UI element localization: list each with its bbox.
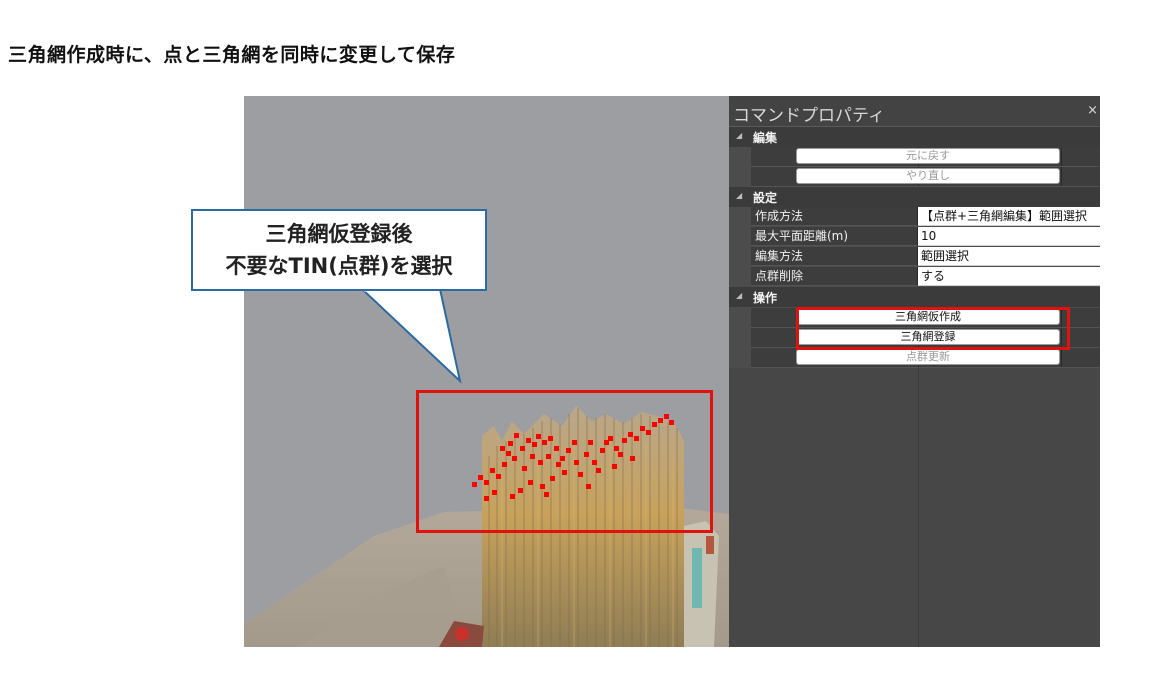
property-label: 編集方法 xyxy=(751,247,918,266)
max-plane-distance-value[interactable]: 10 xyxy=(918,227,1100,246)
point-cloud-render xyxy=(244,406,729,647)
update-points-button[interactable]: 点群更新 xyxy=(796,349,1060,365)
property-creation-method[interactable]: 作成方法 【点群+三角網編集】範囲選択 xyxy=(729,207,1100,227)
category-settings-label: 設定 xyxy=(753,191,778,205)
property-label: 作成方法 xyxy=(751,207,918,226)
callout-tail xyxy=(360,289,462,384)
undo-button[interactable]: 元に戻す xyxy=(796,148,1060,164)
property-delete-points[interactable]: 点群削除 する xyxy=(729,267,1100,287)
update-points-row: 点群更新 xyxy=(729,348,1100,368)
redo-row: やり直し xyxy=(729,167,1100,187)
category-operation[interactable]: ◢ 操作 xyxy=(729,287,1100,307)
panel-title: コマンドプロパティ xyxy=(733,106,885,126)
collapse-arrow-icon[interactable]: ◢ xyxy=(736,191,742,200)
category-edit[interactable]: ◢ 編集 xyxy=(729,127,1100,147)
page-heading: 三角網作成時に、点と三角網を同時に変更して保存 xyxy=(8,44,456,66)
category-edit-label: 編集 xyxy=(753,131,778,145)
edit-method-value[interactable]: 範囲選択 xyxy=(918,247,1100,266)
panel-empty-area xyxy=(729,368,1100,647)
collapse-arrow-icon[interactable]: ◢ xyxy=(736,291,742,300)
property-label: 最大平面距離(m) xyxy=(751,227,918,246)
delete-points-value[interactable]: する xyxy=(918,267,1100,286)
button-highlight-box xyxy=(796,307,1070,350)
category-operation-label: 操作 xyxy=(753,291,778,305)
creation-method-value[interactable]: 【点群+三角網編集】範囲選択 xyxy=(918,207,1100,226)
selection-highlight-box xyxy=(416,390,713,533)
3d-viewport[interactable] xyxy=(244,96,729,647)
command-property-panel: コマンドプロパティ × ◢ 編集 元に戻す やり直し ◢ 設定 作成方法 【点群… xyxy=(729,96,1100,647)
panel-header: コマンドプロパティ × xyxy=(729,96,1100,127)
property-label: 点群削除 xyxy=(751,267,918,286)
callout-box: 三角網仮登録後 不要なTIN(点群)を選択 xyxy=(191,209,487,291)
callout-line1: 三角網仮登録後 xyxy=(265,222,413,246)
property-max-plane-distance[interactable]: 最大平面距離(m) 10 xyxy=(729,227,1100,247)
close-icon[interactable]: × xyxy=(1087,103,1098,118)
category-settings[interactable]: ◢ 設定 xyxy=(729,187,1100,207)
callout-line2: 不要なTIN(点群)を選択 xyxy=(225,254,453,278)
property-edit-method[interactable]: 編集方法 範囲選択 xyxy=(729,247,1100,267)
collapse-arrow-icon[interactable]: ◢ xyxy=(736,131,742,140)
undo-row: 元に戻す xyxy=(729,147,1100,167)
redo-button[interactable]: やり直し xyxy=(796,168,1060,184)
